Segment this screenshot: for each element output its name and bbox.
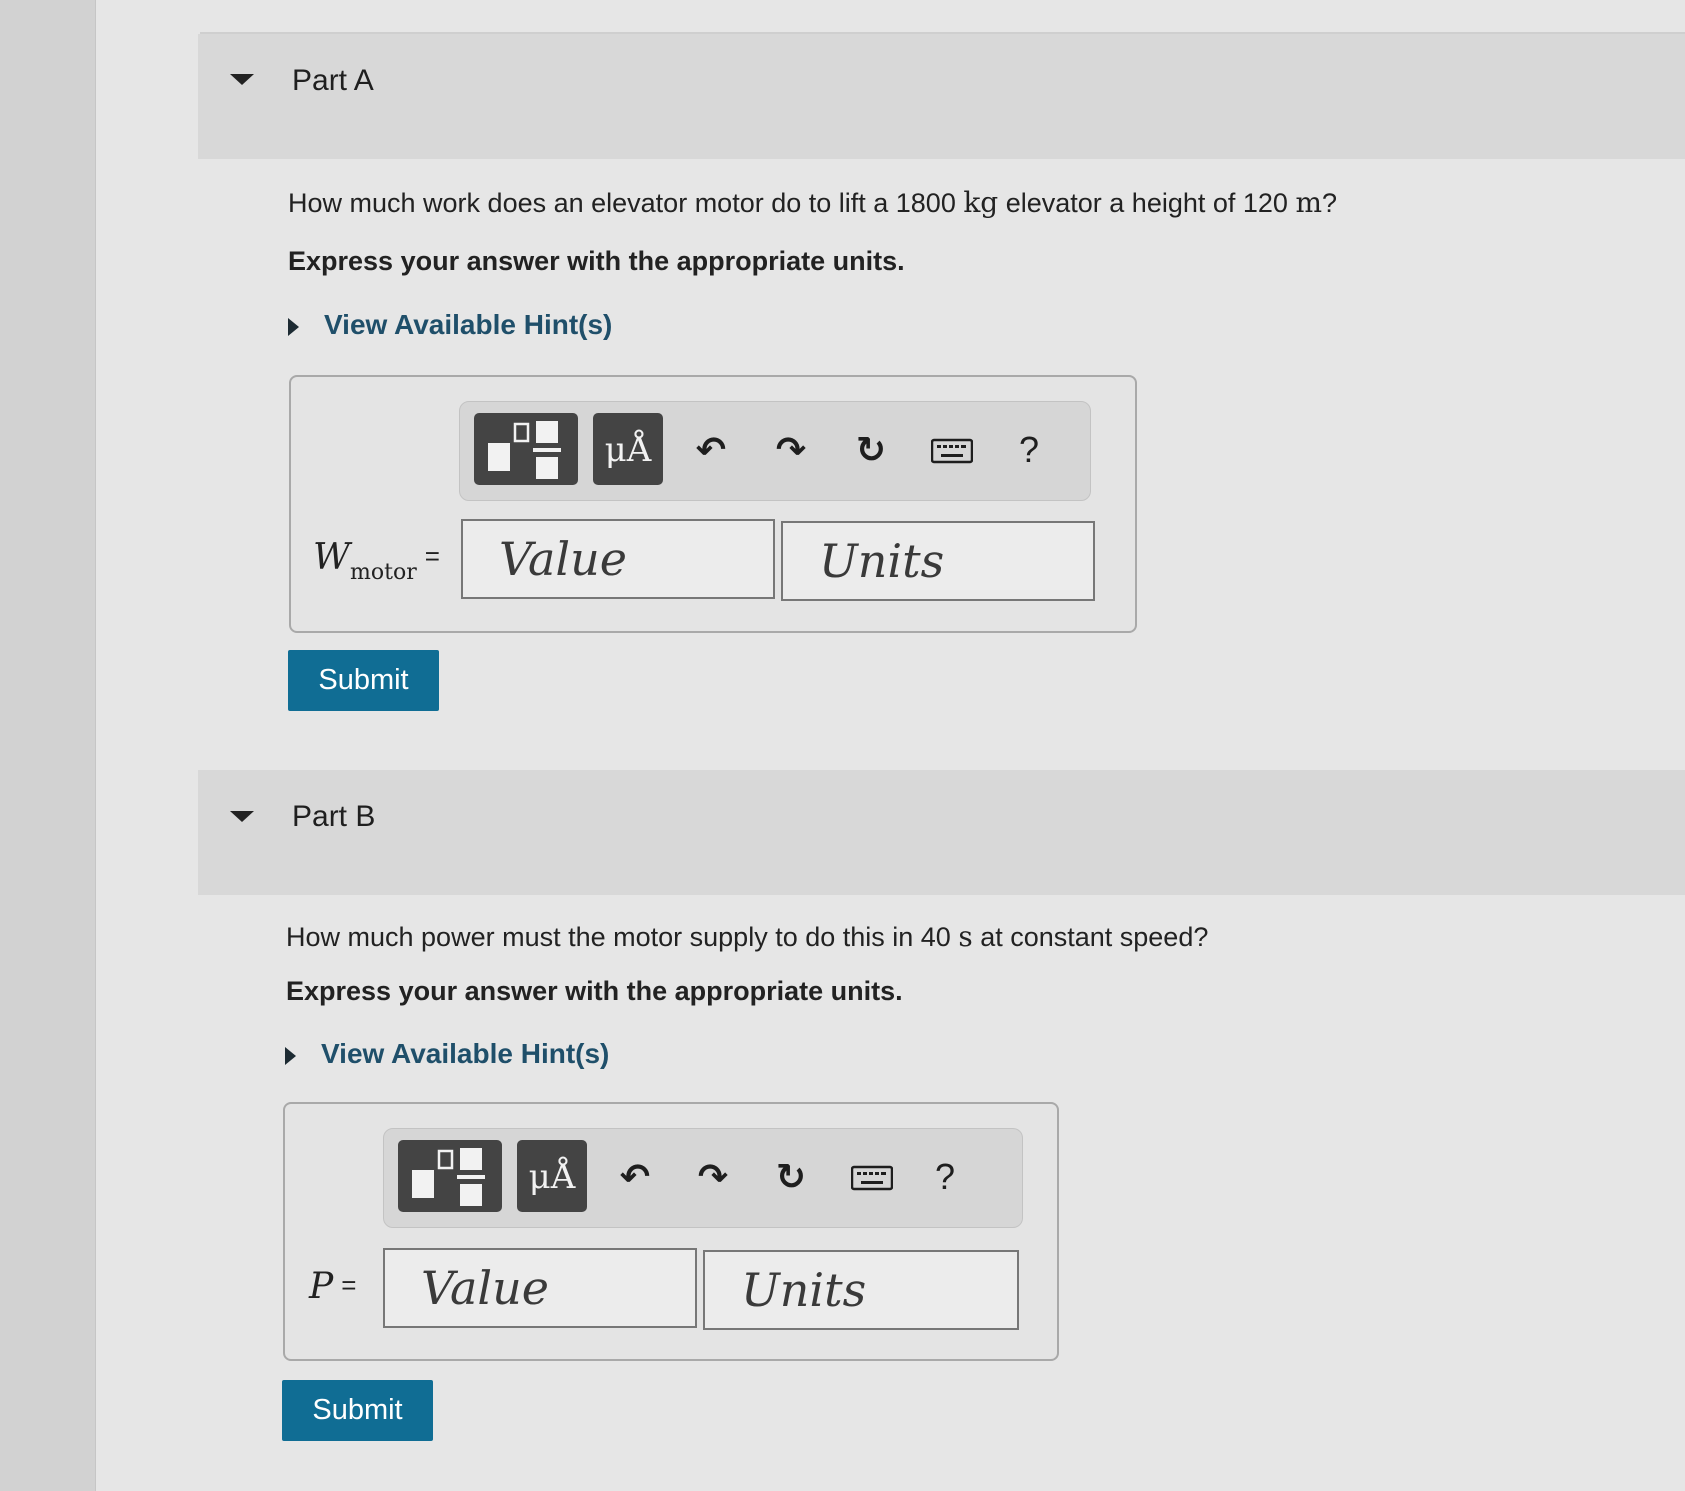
part-a-title: Part A bbox=[292, 64, 374, 97]
undo-button[interactable]: ↶ bbox=[688, 426, 734, 474]
units-symbol-icon: μÅ bbox=[528, 1157, 576, 1197]
undo-button[interactable]: ↶ bbox=[612, 1153, 658, 1201]
keyboard-button[interactable] bbox=[928, 426, 974, 474]
units-button[interactable]: μÅ bbox=[593, 413, 663, 485]
units-field[interactable] bbox=[705, 1252, 1017, 1328]
templates-button[interactable] bbox=[398, 1140, 502, 1212]
left-margin bbox=[0, 0, 96, 1491]
math-toolbar: μÅ ↶ ↷ ↻ ? bbox=[383, 1128, 1023, 1228]
keyboard-icon bbox=[931, 438, 973, 464]
variable-label: Wmotor= bbox=[313, 537, 440, 585]
value-input[interactable] bbox=[383, 1248, 697, 1328]
redo-button[interactable]: ↷ bbox=[768, 426, 814, 474]
help-button[interactable]: ? bbox=[1013, 426, 1045, 474]
units-button[interactable]: μÅ bbox=[517, 1140, 587, 1212]
help-icon: ? bbox=[1018, 429, 1040, 470]
part-b-header[interactable] bbox=[198, 770, 1685, 895]
reset-button[interactable]: ↻ bbox=[768, 1153, 814, 1201]
part-b-answer-box: μÅ ↶ ↷ ↻ ? P = bbox=[283, 1102, 1059, 1361]
variable-label: P = bbox=[309, 1266, 357, 1307]
undo-icon: ↶ bbox=[619, 1156, 651, 1197]
caret-down-icon[interactable] bbox=[230, 74, 254, 85]
redo-icon: ↷ bbox=[775, 429, 807, 470]
reset-button[interactable]: ↻ bbox=[848, 426, 894, 474]
submit-button[interactable]: Submit bbox=[282, 1380, 433, 1441]
caret-down-icon[interactable] bbox=[230, 811, 254, 822]
part-a-instruction: Express your answer with the appropriate… bbox=[288, 246, 905, 276]
part-a-answer-box: μÅ ↶ ↷ ↻ ? Wmotor= bbox=[289, 375, 1137, 633]
value-input[interactable] bbox=[461, 519, 775, 599]
templates-icon bbox=[488, 421, 561, 479]
part-b-instruction: Express your answer with the appropriate… bbox=[286, 976, 903, 1006]
part-b-question: How much power must the motor supply to … bbox=[286, 920, 1209, 953]
help-button[interactable]: ? bbox=[929, 1153, 961, 1201]
units-input[interactable] bbox=[703, 1250, 1019, 1330]
math-toolbar: μÅ ↶ ↷ ↻ ? bbox=[459, 401, 1091, 501]
undo-icon: ↶ bbox=[695, 429, 727, 470]
keyboard-icon bbox=[851, 1165, 893, 1191]
part-b-title: Part B bbox=[292, 800, 376, 833]
reset-icon: ↻ bbox=[775, 1156, 807, 1197]
keyboard-button[interactable] bbox=[848, 1153, 894, 1201]
part-a-header[interactable] bbox=[198, 34, 1685, 159]
hint-label: View Available Hint(s) bbox=[324, 309, 613, 340]
value-field[interactable] bbox=[463, 521, 773, 597]
redo-icon: ↷ bbox=[697, 1156, 729, 1197]
templates-icon bbox=[412, 1148, 485, 1206]
caret-right-icon bbox=[288, 318, 299, 336]
units-input[interactable] bbox=[781, 521, 1095, 601]
templates-button[interactable] bbox=[474, 413, 578, 485]
units-field[interactable] bbox=[783, 523, 1093, 599]
hint-label: View Available Hint(s) bbox=[321, 1038, 610, 1069]
reset-icon: ↻ bbox=[855, 429, 887, 470]
submit-button[interactable]: Submit bbox=[288, 650, 439, 711]
help-icon: ? bbox=[934, 1156, 956, 1197]
part-a-question: How much work does an elevator motor do … bbox=[288, 186, 1338, 219]
units-symbol-icon: μÅ bbox=[604, 430, 652, 470]
value-field[interactable] bbox=[385, 1250, 695, 1326]
caret-right-icon bbox=[285, 1047, 296, 1065]
redo-button[interactable]: ↷ bbox=[690, 1153, 736, 1201]
